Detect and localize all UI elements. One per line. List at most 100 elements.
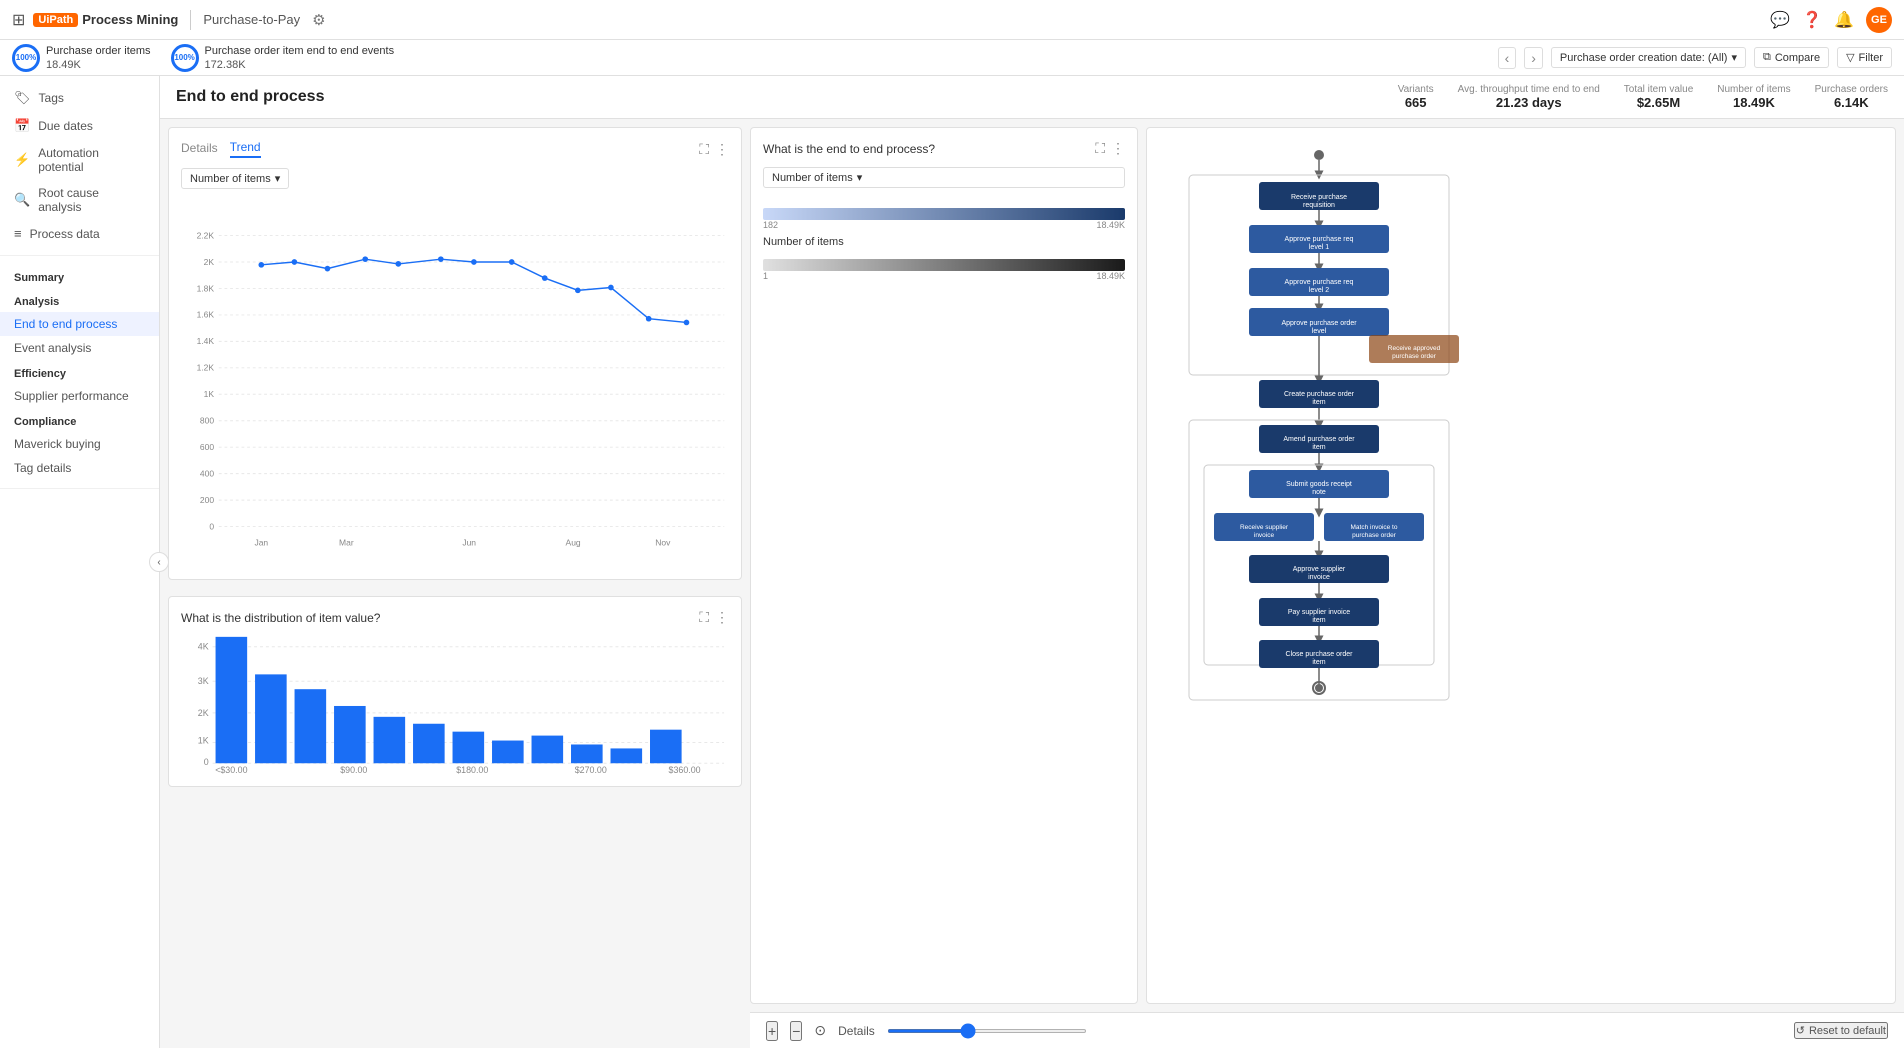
sidebar-item-process-data[interactable]: ≡ Process data <box>0 220 159 247</box>
bell-icon[interactable]: 🔔 <box>1834 10 1854 30</box>
page-header: End to end process Variants 665 Avg. thr… <box>160 76 1904 119</box>
more-icon[interactable]: ⋮ <box>715 141 729 158</box>
zoom-in-button[interactable]: + <box>766 1021 778 1041</box>
filter-button[interactable]: ▽ Filter <box>1837 47 1892 68</box>
svg-text:Approve purchase req: Approve purchase req <box>1285 236 1354 243</box>
reset-button[interactable]: ↺ Reset to default <box>1794 1022 1888 1039</box>
details-slider[interactable] <box>887 1029 1087 1033</box>
svg-text:Amend purchase order: Amend purchase order <box>1283 436 1355 443</box>
legend2-max: 18.49K <box>1096 271 1125 281</box>
legend2-range: 1 18.49K <box>763 271 1125 281</box>
settings-icon[interactable]: ⚙ <box>312 11 325 29</box>
group-compliance: Compliance <box>0 408 159 432</box>
target-icon[interactable]: ⊙ <box>814 1022 826 1039</box>
sidebar-item-supplier[interactable]: Supplier performance <box>0 384 159 408</box>
process-question-header: What is the end to end process? ⛶ ⋮ <box>763 140 1125 157</box>
svg-text:Receive purchase: Receive purchase <box>1291 194 1347 201</box>
legend2-title: Number of items <box>763 236 1125 248</box>
legend1-section: 182 18.49K <box>763 208 1125 230</box>
sidebar-label-root-cause: Root cause analysis <box>38 186 145 214</box>
svg-text:0: 0 <box>209 521 214 531</box>
kpi-circle-events: 100% <box>171 44 199 72</box>
svg-text:Create purchase order: Create purchase order <box>1284 391 1355 398</box>
process-metric-dropdown[interactable]: Number of items ▾ <box>763 167 1125 188</box>
sidebar-item-end-to-end[interactable]: End to end process <box>0 312 159 336</box>
compare-icon: ⧉ <box>1763 51 1771 64</box>
distribution-title: What is the distribution of item value? <box>181 611 380 625</box>
app-grid-icon[interactable]: ⊞ <box>12 10 25 30</box>
pq-more-icon[interactable]: ⋮ <box>1111 140 1125 157</box>
kpi-label-events: Purchase order item end to end events <box>205 44 395 58</box>
filter-icon: ▽ <box>1846 51 1854 64</box>
stat-items-label: Number of items <box>1717 84 1790 95</box>
dist-more-icon[interactable]: ⋮ <box>715 609 729 626</box>
stat-total-label: Total item value <box>1624 84 1693 95</box>
svg-text:200: 200 <box>200 495 214 505</box>
svg-text:$90.00: $90.00 <box>340 765 367 774</box>
svg-text:1.4K: 1.4K <box>197 336 215 346</box>
trend-metric-label: Number of items <box>190 173 271 185</box>
sidebar-item-root-cause[interactable]: 🔍 Root cause analysis <box>0 180 159 220</box>
svg-text:600: 600 <box>200 442 214 452</box>
svg-text:requisition: requisition <box>1303 202 1335 209</box>
sidebar-item-due-dates[interactable]: 📅 Due dates <box>0 112 159 140</box>
stat-total-val: $2.65M <box>1624 95 1693 110</box>
zoom-out-button[interactable]: − <box>790 1021 802 1041</box>
brand-badge: UiPath <box>33 13 78 27</box>
svg-text:0: 0 <box>204 757 209 767</box>
nav-arrow-next[interactable]: › <box>1524 47 1543 69</box>
stat-items-value: 18.49K <box>1717 95 1790 110</box>
process-metric-chevron: ▾ <box>857 171 863 184</box>
tab-details[interactable]: Details <box>181 141 218 157</box>
details-label: Details <box>838 1024 875 1038</box>
panels-row: Details Trend ⛶ ⋮ Number of items ▾ <box>160 119 1904 1048</box>
chat-icon[interactable]: 💬 <box>1770 10 1790 30</box>
svg-text:item: item <box>1312 399 1325 406</box>
legend2-bar <box>763 259 1125 271</box>
kpi-item-events: 100% Purchase order item end to end even… <box>171 44 395 72</box>
sidebar-toggle[interactable]: ‹ <box>149 552 169 572</box>
svg-text:3K: 3K <box>198 676 209 686</box>
sidebar-item-tags[interactable]: 🏷 Tags <box>0 84 159 112</box>
legend1-min: 182 <box>763 220 778 230</box>
trend-metric-chevron: ▾ <box>275 172 281 185</box>
process-question-panel: What is the end to end process? ⛶ ⋮ Numb… <box>750 127 1138 1004</box>
svg-text:level 2: level 2 <box>1309 287 1329 294</box>
dist-expand-icon[interactable]: ⛶ <box>699 609 709 626</box>
svg-text:item: item <box>1312 659 1325 666</box>
svg-text:Nov: Nov <box>655 537 671 547</box>
calendar-icon: 📅 <box>14 118 30 134</box>
sidebar-label-process-data: Process data <box>30 227 100 241</box>
stat-throughput-label: Avg. throughput time end to end <box>1458 84 1600 95</box>
trend-metric-dropdown[interactable]: Number of items ▾ <box>181 168 289 189</box>
svg-text:<$30.00: <$30.00 <box>215 765 247 774</box>
compare-label: Compare <box>1775 52 1820 64</box>
tab-trend[interactable]: Trend <box>230 140 261 158</box>
compare-button[interactable]: ⧉ Compare <box>1754 47 1829 68</box>
svg-text:Receive approved: Receive approved <box>1388 345 1441 352</box>
sidebar-item-maverick[interactable]: Maverick buying <box>0 432 159 456</box>
distribution-header: What is the distribution of item value? … <box>181 609 729 626</box>
stat-po-value: 6.14K <box>1815 95 1888 110</box>
expand-icon[interactable]: ⛶ <box>699 141 709 158</box>
sidebar-item-event-analysis[interactable]: Event analysis <box>0 336 159 360</box>
process-question-title: What is the end to end process? <box>763 142 935 156</box>
user-avatar[interactable]: GE <box>1866 7 1892 33</box>
page-title: End to end process <box>176 88 324 106</box>
svg-text:level: level <box>1312 328 1327 335</box>
stat-throughput: Avg. throughput time end to end 21.23 da… <box>1458 84 1600 110</box>
sidebar-label-due-dates: Due dates <box>38 119 93 133</box>
svg-text:purchase order: purchase order <box>1352 532 1397 539</box>
pq-expand-icon[interactable]: ⛶ <box>1095 140 1105 157</box>
legend1-range: 182 18.49K <box>763 220 1125 230</box>
kpi-label-po: Purchase order items <box>46 44 151 58</box>
date-filter-btn[interactable]: Purchase order creation date: (All) ▾ <box>1551 47 1746 68</box>
help-icon[interactable]: ❓ <box>1802 10 1822 30</box>
middle-panel: What is the end to end process? ⛶ ⋮ Numb… <box>750 119 1904 1012</box>
sidebar-item-automation[interactable]: ⚡ Automation potential <box>0 140 159 180</box>
sidebar-nav-groups: Summary Analysis End to end process Even… <box>0 256 159 489</box>
sidebar-item-tag-details[interactable]: Tag details <box>0 456 159 480</box>
nav-arrow-prev[interactable]: ‹ <box>1498 47 1517 69</box>
stat-variants-value: 665 <box>1398 95 1434 110</box>
module-name: Purchase-to-Pay <box>203 12 300 27</box>
